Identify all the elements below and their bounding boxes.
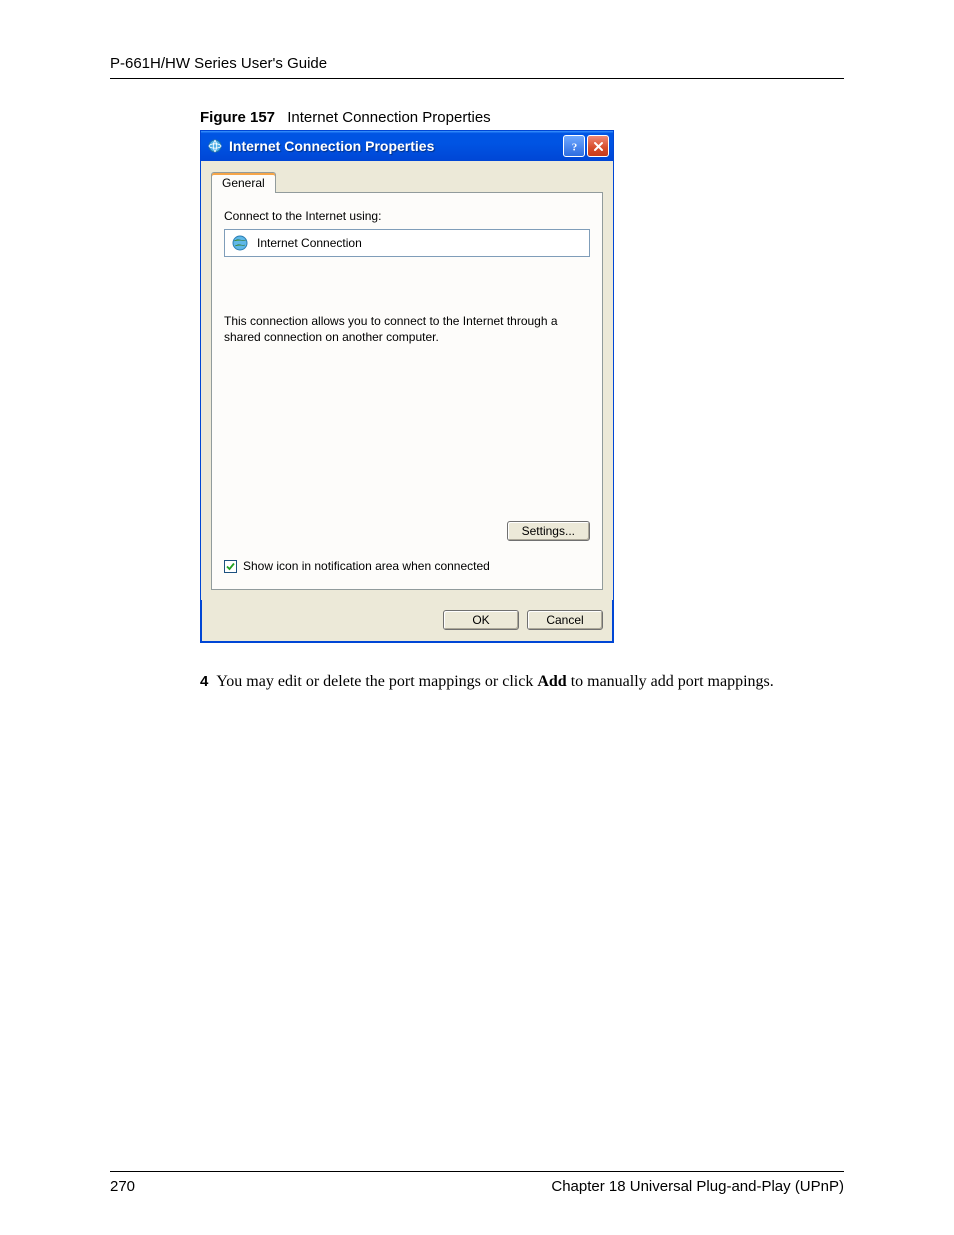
properties-dialog: Internet Connection Properties ? General… <box>200 130 614 643</box>
dialog-screenshot: Internet Connection Properties ? General… <box>200 130 844 643</box>
window-icon <box>207 138 223 154</box>
step-text-before: You may edit or delete the port mappings… <box>216 673 537 690</box>
close-button[interactable] <box>587 135 609 157</box>
figure-caption: Figure 157 Internet Connection Propertie… <box>200 109 844 126</box>
settings-button[interactable]: Settings... <box>507 521 590 541</box>
tab-panel-general: Connect to the Internet using: Internet … <box>211 192 603 590</box>
header-rule <box>110 78 844 79</box>
connect-using-label: Connect to the Internet using: <box>224 209 590 223</box>
cancel-button[interactable]: Cancel <box>527 610 603 630</box>
step-text-bold: Add <box>537 673 566 690</box>
window-title: Internet Connection Properties <box>229 138 561 154</box>
checkbox-icon[interactable] <box>224 560 237 573</box>
chapter-label: Chapter 18 Universal Plug-and-Play (UPnP… <box>551 1178 844 1195</box>
footer-rule <box>110 1171 844 1172</box>
page-number: 270 <box>110 1178 135 1195</box>
titlebar[interactable]: Internet Connection Properties ? <box>201 131 613 161</box>
dialog-button-row: OK Cancel <box>201 600 613 642</box>
globe-icon <box>231 234 249 252</box>
doc-header: P-661H/HW Series User's Guide <box>110 55 844 72</box>
dialog-body: General Connect to the Internet using: I… <box>201 161 613 600</box>
checkbox-label: Show icon in notification area when conn… <box>243 559 490 573</box>
page-footer: 270 Chapter 18 Universal Plug-and-Play (… <box>110 1171 844 1195</box>
figure-title: Internet Connection Properties <box>287 109 490 126</box>
ok-button[interactable]: OK <box>443 610 519 630</box>
step-number: 4 <box>200 673 208 691</box>
step-text-after: to manually add port mappings. <box>567 673 774 690</box>
connection-description: This connection allows you to connect to… <box>224 313 564 345</box>
connection-name: Internet Connection <box>257 236 362 250</box>
svg-text:?: ? <box>571 141 577 153</box>
show-icon-option[interactable]: Show icon in notification area when conn… <box>224 559 490 573</box>
tab-strip: General <box>211 171 603 192</box>
connection-list[interactable]: Internet Connection <box>224 229 590 257</box>
step-instruction: 4 You may edit or delete the port mappin… <box>200 673 844 691</box>
tab-general[interactable]: General <box>211 172 276 193</box>
figure-label: Figure 157 <box>200 109 275 126</box>
step-text: You may edit or delete the port mappings… <box>216 673 773 691</box>
help-button[interactable]: ? <box>563 135 585 157</box>
